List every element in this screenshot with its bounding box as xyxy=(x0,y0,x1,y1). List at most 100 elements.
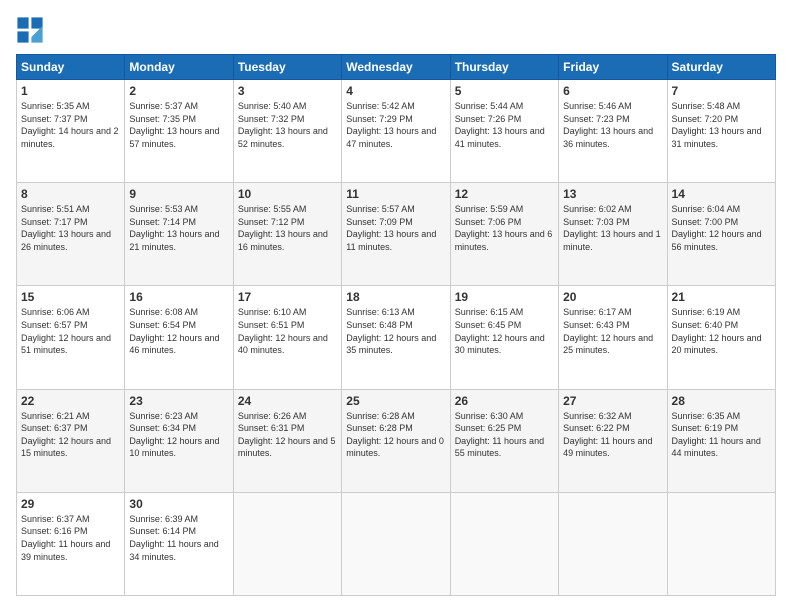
day-cell: 29 Sunrise: 6:37 AM Sunset: 6:16 PM Dayl… xyxy=(17,492,125,595)
day-cell: 4 Sunrise: 5:42 AM Sunset: 7:29 PM Dayli… xyxy=(342,80,450,183)
daylight-text: Daylight: 12 hours and 15 minutes. xyxy=(21,435,120,460)
day-info: Sunrise: 6:13 AM Sunset: 6:48 PM Dayligh… xyxy=(346,306,445,356)
day-number: 19 xyxy=(455,290,554,304)
day-info: Sunrise: 5:40 AM Sunset: 7:32 PM Dayligh… xyxy=(238,100,337,150)
header-cell-monday: Monday xyxy=(125,55,233,80)
daylight-text: Daylight: 14 hours and 2 minutes. xyxy=(21,125,120,150)
day-number: 7 xyxy=(672,84,771,98)
daylight-text: Daylight: 12 hours and 10 minutes. xyxy=(129,435,228,460)
week-row-2: 8 Sunrise: 5:51 AM Sunset: 7:17 PM Dayli… xyxy=(17,183,776,286)
day-number: 26 xyxy=(455,394,554,408)
day-number: 18 xyxy=(346,290,445,304)
daylight-text: Daylight: 13 hours and 1 minute. xyxy=(563,228,662,253)
sunrise-text: Sunrise: 6:26 AM xyxy=(238,410,337,423)
sunset-text: Sunset: 6:28 PM xyxy=(346,422,445,435)
day-info: Sunrise: 5:42 AM Sunset: 7:29 PM Dayligh… xyxy=(346,100,445,150)
day-cell xyxy=(559,492,667,595)
day-info: Sunrise: 5:57 AM Sunset: 7:09 PM Dayligh… xyxy=(346,203,445,253)
daylight-text: Daylight: 11 hours and 39 minutes. xyxy=(21,538,120,563)
sunrise-text: Sunrise: 6:39 AM xyxy=(129,513,228,526)
sunrise-text: Sunrise: 5:55 AM xyxy=(238,203,337,216)
daylight-text: Daylight: 12 hours and 5 minutes. xyxy=(238,435,337,460)
sunrise-text: Sunrise: 6:37 AM xyxy=(21,513,120,526)
daylight-text: Daylight: 13 hours and 21 minutes. xyxy=(129,228,228,253)
day-number: 3 xyxy=(238,84,337,98)
sunrise-text: Sunrise: 6:06 AM xyxy=(21,306,120,319)
header-cell-wednesday: Wednesday xyxy=(342,55,450,80)
day-info: Sunrise: 6:28 AM Sunset: 6:28 PM Dayligh… xyxy=(346,410,445,460)
sunset-text: Sunset: 7:20 PM xyxy=(672,113,771,126)
day-number: 15 xyxy=(21,290,120,304)
day-cell: 25 Sunrise: 6:28 AM Sunset: 6:28 PM Dayl… xyxy=(342,389,450,492)
sunset-text: Sunset: 6:25 PM xyxy=(455,422,554,435)
day-info: Sunrise: 6:06 AM Sunset: 6:57 PM Dayligh… xyxy=(21,306,120,356)
day-number: 9 xyxy=(129,187,228,201)
day-info: Sunrise: 6:30 AM Sunset: 6:25 PM Dayligh… xyxy=(455,410,554,460)
day-number: 20 xyxy=(563,290,662,304)
sunset-text: Sunset: 6:16 PM xyxy=(21,525,120,538)
sunrise-text: Sunrise: 5:51 AM xyxy=(21,203,120,216)
sunset-text: Sunset: 7:14 PM xyxy=(129,216,228,229)
day-cell: 8 Sunrise: 5:51 AM Sunset: 7:17 PM Dayli… xyxy=(17,183,125,286)
day-cell xyxy=(667,492,775,595)
sunrise-text: Sunrise: 5:35 AM xyxy=(21,100,120,113)
day-info: Sunrise: 6:02 AM Sunset: 7:03 PM Dayligh… xyxy=(563,203,662,253)
day-number: 14 xyxy=(672,187,771,201)
daylight-text: Daylight: 11 hours and 55 minutes. xyxy=(455,435,554,460)
day-number: 17 xyxy=(238,290,337,304)
sunrise-text: Sunrise: 6:21 AM xyxy=(21,410,120,423)
header xyxy=(16,16,776,44)
day-cell xyxy=(342,492,450,595)
daylight-text: Daylight: 11 hours and 44 minutes. xyxy=(672,435,771,460)
sunset-text: Sunset: 7:06 PM xyxy=(455,216,554,229)
day-number: 2 xyxy=(129,84,228,98)
sunset-text: Sunset: 7:23 PM xyxy=(563,113,662,126)
sunset-text: Sunset: 7:03 PM xyxy=(563,216,662,229)
day-cell: 21 Sunrise: 6:19 AM Sunset: 6:40 PM Dayl… xyxy=(667,286,775,389)
day-info: Sunrise: 6:32 AM Sunset: 6:22 PM Dayligh… xyxy=(563,410,662,460)
daylight-text: Daylight: 12 hours and 46 minutes. xyxy=(129,332,228,357)
day-cell: 11 Sunrise: 5:57 AM Sunset: 7:09 PM Dayl… xyxy=(342,183,450,286)
page: SundayMondayTuesdayWednesdayThursdayFrid… xyxy=(0,0,792,612)
sunset-text: Sunset: 6:43 PM xyxy=(563,319,662,332)
day-number: 28 xyxy=(672,394,771,408)
day-number: 8 xyxy=(21,187,120,201)
day-info: Sunrise: 6:17 AM Sunset: 6:43 PM Dayligh… xyxy=(563,306,662,356)
sunset-text: Sunset: 6:57 PM xyxy=(21,319,120,332)
logo xyxy=(16,16,48,44)
day-number: 22 xyxy=(21,394,120,408)
daylight-text: Daylight: 12 hours and 30 minutes. xyxy=(455,332,554,357)
sunset-text: Sunset: 6:22 PM xyxy=(563,422,662,435)
day-number: 12 xyxy=(455,187,554,201)
sunrise-text: Sunrise: 5:57 AM xyxy=(346,203,445,216)
day-number: 23 xyxy=(129,394,228,408)
day-info: Sunrise: 5:53 AM Sunset: 7:14 PM Dayligh… xyxy=(129,203,228,253)
week-row-1: 1 Sunrise: 5:35 AM Sunset: 7:37 PM Dayli… xyxy=(17,80,776,183)
day-number: 5 xyxy=(455,84,554,98)
sunrise-text: Sunrise: 5:42 AM xyxy=(346,100,445,113)
sunset-text: Sunset: 6:48 PM xyxy=(346,319,445,332)
day-cell: 1 Sunrise: 5:35 AM Sunset: 7:37 PM Dayli… xyxy=(17,80,125,183)
day-info: Sunrise: 5:35 AM Sunset: 7:37 PM Dayligh… xyxy=(21,100,120,150)
sunset-text: Sunset: 6:54 PM xyxy=(129,319,228,332)
week-row-3: 15 Sunrise: 6:06 AM Sunset: 6:57 PM Dayl… xyxy=(17,286,776,389)
sunrise-text: Sunrise: 6:08 AM xyxy=(129,306,228,319)
daylight-text: Daylight: 12 hours and 0 minutes. xyxy=(346,435,445,460)
sunrise-text: Sunrise: 5:44 AM xyxy=(455,100,554,113)
day-info: Sunrise: 6:08 AM Sunset: 6:54 PM Dayligh… xyxy=(129,306,228,356)
day-cell: 6 Sunrise: 5:46 AM Sunset: 7:23 PM Dayli… xyxy=(559,80,667,183)
sunset-text: Sunset: 6:34 PM xyxy=(129,422,228,435)
day-cell: 20 Sunrise: 6:17 AM Sunset: 6:43 PM Dayl… xyxy=(559,286,667,389)
day-cell: 10 Sunrise: 5:55 AM Sunset: 7:12 PM Dayl… xyxy=(233,183,341,286)
daylight-text: Daylight: 13 hours and 31 minutes. xyxy=(672,125,771,150)
day-cell xyxy=(233,492,341,595)
day-cell: 13 Sunrise: 6:02 AM Sunset: 7:03 PM Dayl… xyxy=(559,183,667,286)
sunrise-text: Sunrise: 5:40 AM xyxy=(238,100,337,113)
sunset-text: Sunset: 7:37 PM xyxy=(21,113,120,126)
day-cell: 2 Sunrise: 5:37 AM Sunset: 7:35 PM Dayli… xyxy=(125,80,233,183)
day-info: Sunrise: 6:39 AM Sunset: 6:14 PM Dayligh… xyxy=(129,513,228,563)
sunrise-text: Sunrise: 6:02 AM xyxy=(563,203,662,216)
day-cell: 27 Sunrise: 6:32 AM Sunset: 6:22 PM Dayl… xyxy=(559,389,667,492)
day-info: Sunrise: 6:23 AM Sunset: 6:34 PM Dayligh… xyxy=(129,410,228,460)
sunrise-text: Sunrise: 5:53 AM xyxy=(129,203,228,216)
